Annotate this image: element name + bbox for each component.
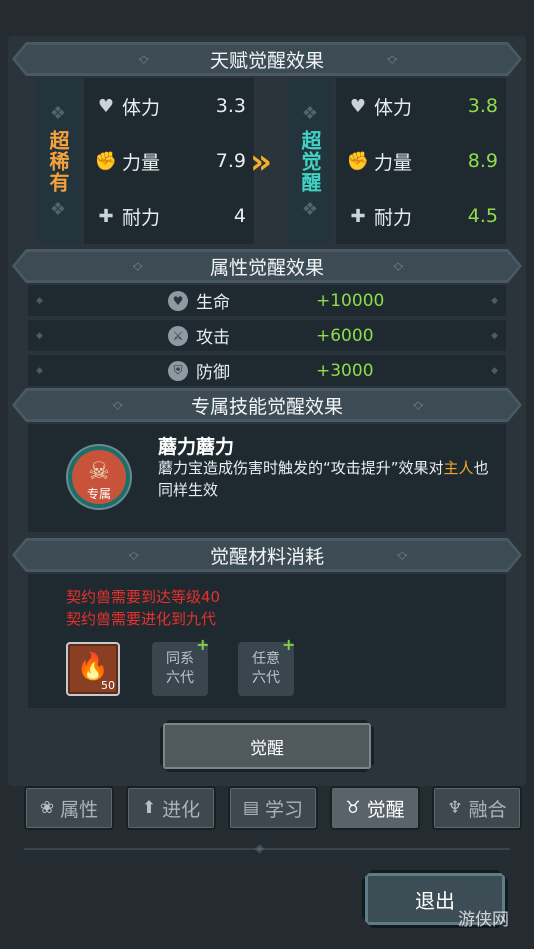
stat-label: 耐力 [374, 206, 413, 229]
requirement-evolution: 契约兽需要进化到九代 [66, 610, 217, 628]
divider-ornament: ◈ [255, 841, 265, 855]
stat-label: 力量 [122, 151, 161, 174]
heart-icon: ♥ [97, 95, 115, 117]
book-icon: ▤ [242, 798, 260, 818]
rarity-after: ❖ 超觉醒 ❖ [288, 78, 332, 244]
stat-value: 4 [233, 205, 246, 227]
material-slot-any[interactable]: 任意 六代 + [238, 637, 295, 696]
skill-box: ☠ 专属 蘑力蘑力 蘑力宝造成伤害时触发的“攻击提升”效果对主人也同样生效 [28, 424, 506, 532]
paw-icon: ❀ [39, 798, 55, 818]
stat-row-endurance-after: ✚ 耐力 4.5 [346, 196, 498, 236]
stat-value: 3.8 [467, 95, 498, 117]
stat-label: 体力 [374, 96, 413, 119]
tab-label: 觉醒 [366, 798, 405, 821]
attribute-label: 防御 [196, 363, 230, 383]
tab-awaken[interactable]: ♉ 觉醒 [330, 786, 420, 830]
fusion-icon: ♆ [447, 798, 463, 818]
awakening-screen: ·◇· ·◇· 天赋觉醒效果 ❖ 超稀有 ❖ ♥ 体力 3.3 ✊ 力量 7.9… [0, 0, 534, 949]
stats-after-box: ♥ 体力 3.8 ✊ 力量 8.9 ✚ 耐力 4.5 [336, 78, 506, 244]
rarity-before: ❖ 超稀有 ❖ [36, 78, 80, 244]
shield-cross-icon: ✚ [350, 205, 366, 227]
stat-value: 4.5 [467, 205, 498, 227]
stat-label: 体力 [122, 96, 161, 119]
fist-icon: ✊ [94, 150, 118, 172]
attribute-value: +3000 [316, 360, 374, 381]
attribute-value: +10000 [316, 290, 385, 311]
item-level: 50 [101, 679, 115, 692]
attribute-section-title: 属性觉醒效果 [209, 256, 324, 279]
arrow-right-icon: » [250, 142, 272, 182]
skill-name: 蘑力蘑力 [158, 436, 235, 458]
rarity-ornament-top: ❖ [301, 102, 319, 124]
awaken-button[interactable]: 觉醒 [160, 720, 374, 772]
requirement-level: 契约兽需要到达等级40 [66, 588, 221, 606]
stat-row-strength-after: ✊ 力量 8.9 [346, 141, 498, 181]
rarity-after-label: 超觉醒 [298, 129, 322, 193]
stat-value: 7.9 [215, 150, 246, 172]
stats-before-box: ♥ 体力 3.3 ✊ 力量 7.9 ✚ 耐力 4 [84, 78, 254, 244]
skill-desc-text: 蘑力宝造成伤害时触发的“攻击提升”效果对 [158, 459, 444, 477]
material-section-header: ·◇· ·◇· 觉醒材料消耗 [12, 538, 522, 572]
rarity-before-label: 超稀有 [46, 129, 70, 193]
rarity-ornament-bottom: ❖ [301, 198, 319, 220]
skill-section-header: ·◇· ·◇· 专属技能觉醒效果 [12, 388, 522, 422]
fist-icon: ✊ [346, 150, 370, 172]
talent-section-title: 天赋觉醒效果 [209, 49, 324, 72]
stat-row-strength-before: ✊ 力量 7.9 [94, 141, 246, 181]
sword-icon: ⚔ [168, 325, 188, 346]
attribute-label: 攻击 [196, 328, 230, 348]
slot-label: 任意 六代 [252, 651, 280, 686]
stat-label: 耐力 [122, 206, 161, 229]
skill-icon-tag: 专属 [86, 487, 111, 501]
plus-icon: + [282, 635, 296, 654]
bottom-divider [24, 848, 510, 850]
stat-row-endurance-before: ✚ 耐力 4 [94, 196, 246, 236]
up-arrow-icon: ⬆ [141, 798, 157, 818]
attribute-row-defense: ◆ ◆ ⛨ 防御 +3000 [28, 355, 506, 386]
tab-evolve[interactable]: ⬆ 进化 [126, 786, 216, 830]
attribute-value: +6000 [316, 325, 374, 346]
tab-attributes[interactable]: ❀ 属性 [24, 786, 114, 830]
attribute-row-attack: ◆ ◆ ⚔ 攻击 +6000 [28, 320, 506, 351]
beast-head-icon: ♉ [345, 798, 361, 818]
plus-icon: + [196, 635, 210, 654]
attribute-section-header: ·◇· ·◇· 属性觉醒效果 [12, 249, 522, 283]
skill-icon[interactable]: ☠ 专属 [68, 446, 130, 508]
stat-label: 力量 [374, 151, 413, 174]
tab-learn[interactable]: ▤ 学习 [228, 786, 318, 830]
tab-fusion[interactable]: ♆ 融合 [432, 786, 522, 830]
material-section-title: 觉醒材料消耗 [209, 545, 324, 568]
shield-icon: ⛨ [168, 360, 188, 381]
flame-creature-icon: 🔥 [76, 652, 110, 682]
skill-desc-highlight: 主人 [443, 459, 474, 477]
tab-label: 属性 [60, 798, 99, 821]
attribute-label: 生命 [196, 293, 230, 313]
rarity-ornament-top: ❖ [49, 102, 67, 124]
attribute-row-hp: ◆ ◆ ♥ 生命 +10000 [28, 285, 506, 316]
material-box: 契约兽需要到达等级40 契约兽需要进化到九代 🔥 50 同系 六代 + 任意 六代 … [28, 574, 506, 708]
rarity-ornament-bottom: ❖ [49, 198, 67, 220]
material-item-pet[interactable]: 🔥 50 [66, 642, 120, 696]
skull-mushroom-icon: ☠ [88, 457, 110, 485]
shield-heart-icon: ♥ [168, 290, 188, 311]
tab-label: 学习 [265, 798, 304, 821]
talent-section-header: ·◇· ·◇· 天赋觉醒效果 [12, 42, 522, 76]
stat-row-stamina-before: ♥ 体力 3.3 [94, 86, 246, 126]
tab-label: 融合 [468, 798, 507, 821]
material-slot-same-type[interactable]: 同系 六代 + [152, 637, 209, 696]
slot-label: 同系 六代 [166, 651, 194, 686]
shield-cross-icon: ✚ [98, 205, 114, 227]
tab-label: 进化 [162, 798, 201, 821]
stat-value: 8.9 [467, 150, 498, 172]
watermark: 游侠网 [458, 910, 509, 930]
skill-section-title: 专属技能觉醒效果 [190, 395, 343, 418]
heart-icon: ♥ [349, 95, 367, 117]
skill-description: 蘑力宝造成伤害时触发的“攻击提升”效果对主人也同样生效 [158, 457, 498, 501]
stat-row-stamina-after: ♥ 体力 3.8 [346, 86, 498, 126]
stat-value: 3.3 [215, 95, 246, 117]
